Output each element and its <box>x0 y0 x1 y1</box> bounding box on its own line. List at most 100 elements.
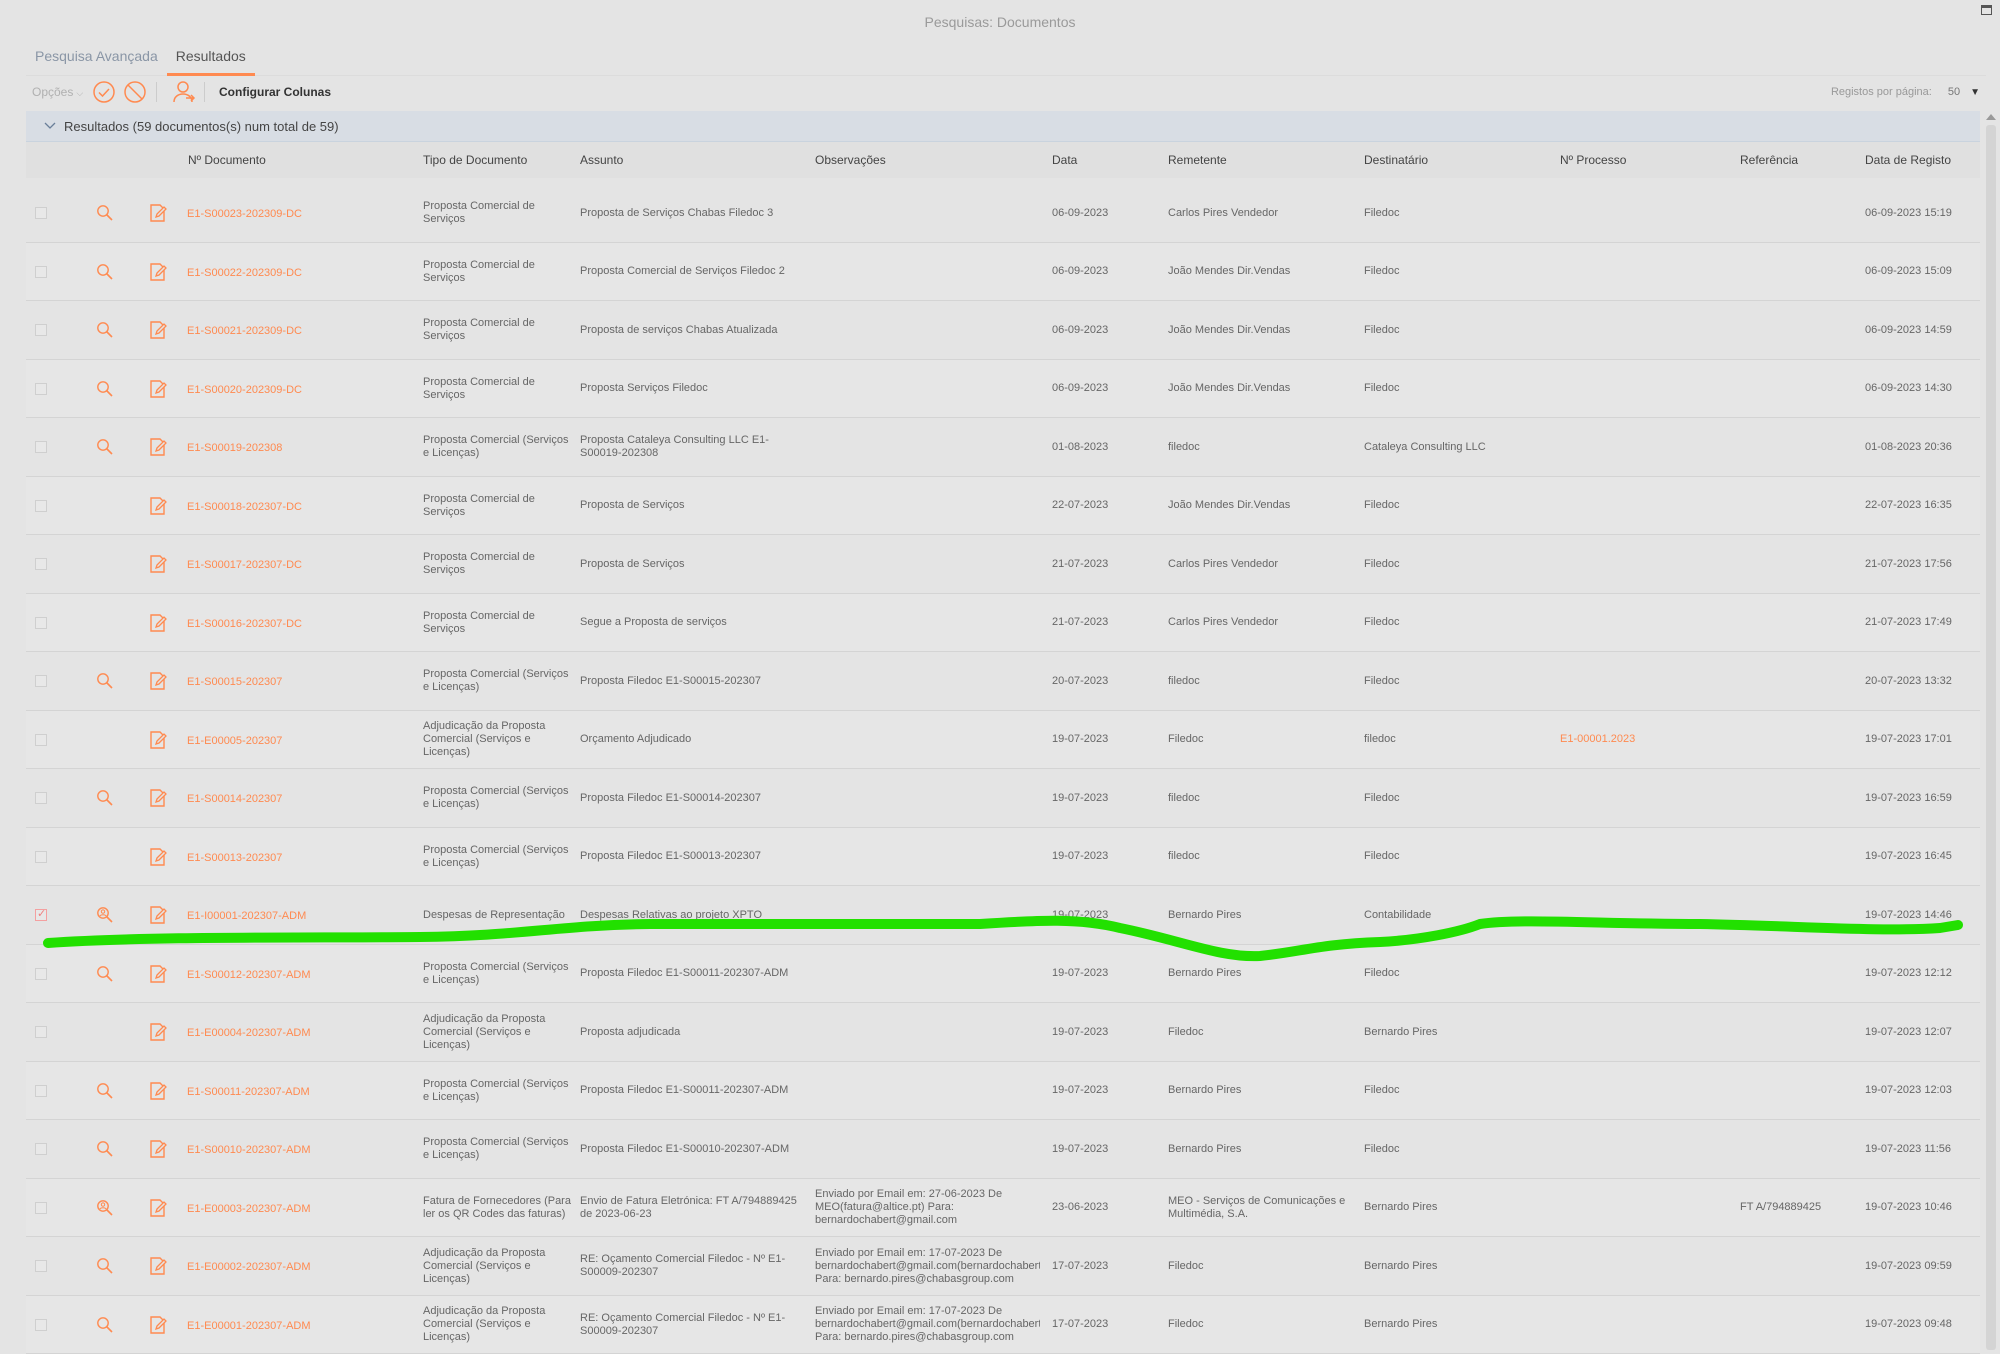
search-icon[interactable] <box>96 965 114 983</box>
document-number-link[interactable]: E1-E00002-202307-ADM <box>187 1261 311 1273</box>
edit-document-icon[interactable] <box>148 905 168 925</box>
document-number-link[interactable]: E1-S00012-202307-ADM <box>187 969 311 981</box>
assign-user-icon[interactable] <box>170 79 196 105</box>
document-number-link[interactable]: E1-I00001-202307-ADM <box>187 910 306 922</box>
table-row[interactable]: E1-S00011-202307-ADMProposta Comercial (… <box>26 1062 1980 1121</box>
column-header-reference[interactable]: Referência <box>1740 153 1798 167</box>
document-number-link[interactable]: E1-S00014-202307 <box>187 793 282 805</box>
table-row[interactable]: E1-E00005-202307Adjudicação da Proposta … <box>26 711 1980 770</box>
row-checkbox[interactable] <box>35 266 47 278</box>
search-icon[interactable] <box>96 321 114 339</box>
document-number-link[interactable]: E1-S00016-202307-DC <box>187 618 302 630</box>
row-checkbox[interactable] <box>35 324 47 336</box>
column-header-registration-date[interactable]: Data de Registo <box>1865 153 1951 167</box>
row-checkbox[interactable] <box>35 383 47 395</box>
results-group-header[interactable]: Resultados (59 documentos(s) num total d… <box>26 111 1980 142</box>
table-row[interactable]: E1-S00014-202307Proposta Comercial (Serv… <box>26 769 1980 828</box>
table-row[interactable]: E1-S00017-202307-DCProposta Comercial de… <box>26 535 1980 594</box>
table-row[interactable]: E1-S00010-202307-ADMProposta Comercial (… <box>26 1120 1980 1179</box>
search-icon[interactable] <box>96 1257 114 1275</box>
edit-document-icon[interactable] <box>148 613 168 633</box>
cell-process-link[interactable] <box>1560 1120 1730 1178</box>
edit-document-icon[interactable] <box>148 437 168 457</box>
cell-process-link[interactable] <box>1560 945 1730 1003</box>
row-checkbox[interactable] <box>35 1319 47 1331</box>
document-number-link[interactable]: E1-S00018-202307-DC <box>187 501 302 513</box>
table-row[interactable]: E1-S00012-202307-ADMProposta Comercial (… <box>26 945 1980 1004</box>
edit-document-icon[interactable] <box>148 496 168 516</box>
cell-process-link[interactable] <box>1560 301 1730 359</box>
document-number-link[interactable]: E1-S00019-202308 <box>187 442 282 454</box>
cell-process-link[interactable] <box>1560 828 1730 886</box>
cell-process-link[interactable] <box>1560 1296 1730 1354</box>
cell-process-link[interactable] <box>1560 886 1730 944</box>
document-number-link[interactable]: E1-S00021-202309-DC <box>187 325 302 337</box>
edit-document-icon[interactable] <box>148 730 168 750</box>
search-icon[interactable] <box>96 438 114 456</box>
row-checkbox[interactable] <box>35 968 47 980</box>
search-icon[interactable] <box>96 672 114 690</box>
cell-process-link[interactable]: E1-00001.2023 <box>1560 711 1730 769</box>
edit-document-icon[interactable] <box>148 788 168 808</box>
cell-process-link[interactable] <box>1560 418 1730 476</box>
cell-process-link[interactable] <box>1560 1062 1730 1120</box>
column-header-notes[interactable]: Observações <box>815 153 886 167</box>
column-header-subject[interactable]: Assunto <box>580 153 623 167</box>
cell-process-link[interactable] <box>1560 184 1730 242</box>
row-checkbox[interactable] <box>35 734 47 746</box>
cell-process-link[interactable] <box>1560 1003 1730 1061</box>
column-header-process[interactable]: Nº Processo <box>1560 153 1626 167</box>
cell-process-link[interactable] <box>1560 769 1730 827</box>
cell-process-link[interactable] <box>1560 535 1730 593</box>
search-icon[interactable] <box>96 380 114 398</box>
configure-columns-button[interactable]: Configurar Colunas <box>219 85 331 99</box>
table-row[interactable]: E1-S00023-202309-DCProposta Comercial de… <box>26 184 1980 243</box>
column-header-sender[interactable]: Remetente <box>1168 153 1227 167</box>
search-icon[interactable] <box>96 789 114 807</box>
vertical-scrollbar[interactable] <box>1982 111 2000 1353</box>
maximize-icon[interactable] <box>1981 5 1992 15</box>
row-checkbox[interactable] <box>35 909 47 921</box>
document-number-link[interactable]: E1-S00023-202309-DC <box>187 208 302 220</box>
table-row[interactable]: E1-S00016-202307-DCProposta Comercial de… <box>26 594 1980 653</box>
document-number-link[interactable]: E1-E00001-202307-ADM <box>187 1320 311 1332</box>
approve-icon[interactable] <box>91 79 117 105</box>
edit-document-icon[interactable] <box>148 847 168 867</box>
edit-document-icon[interactable] <box>148 554 168 574</box>
row-checkbox[interactable] <box>35 1026 47 1038</box>
table-row[interactable]: E1-E00003-202307-ADMFatura de Fornecedor… <box>26 1179 1980 1238</box>
search-icon[interactable] <box>96 1082 114 1100</box>
table-row[interactable]: E1-I00001-202307-ADMDespesas de Represen… <box>26 886 1980 945</box>
cell-process-link[interactable] <box>1560 1237 1730 1295</box>
cell-process-link[interactable] <box>1560 477 1730 535</box>
tab-advanced-search[interactable]: Pesquisa Avançada <box>26 40 167 76</box>
search-icon[interactable] <box>96 1316 114 1334</box>
edit-document-icon[interactable] <box>148 671 168 691</box>
per-page-select[interactable]: 50 <box>1948 86 1960 98</box>
table-row[interactable]: E1-E00004-202307-ADMAdjudicação da Propo… <box>26 1003 1980 1062</box>
row-checkbox[interactable] <box>35 617 47 629</box>
cell-process-link[interactable] <box>1560 1179 1730 1237</box>
document-number-link[interactable]: E1-S00013-202307 <box>187 852 282 864</box>
tab-results[interactable]: Resultados <box>167 40 255 76</box>
search-user-icon[interactable] <box>96 1199 114 1217</box>
table-row[interactable]: E1-S00015-202307Proposta Comercial (Serv… <box>26 652 1980 711</box>
document-number-link[interactable]: E1-E00005-202307 <box>187 735 282 747</box>
table-row[interactable]: E1-S00018-202307-DCProposta Comercial de… <box>26 477 1980 536</box>
row-checkbox[interactable] <box>35 1143 47 1155</box>
document-number-link[interactable]: E1-S00017-202307-DC <box>187 559 302 571</box>
search-icon[interactable] <box>96 1140 114 1158</box>
block-icon[interactable] <box>122 79 148 105</box>
column-header-date[interactable]: Data <box>1052 153 1077 167</box>
row-checkbox[interactable] <box>35 851 47 863</box>
edit-document-icon[interactable] <box>148 203 168 223</box>
row-checkbox[interactable] <box>35 1260 47 1272</box>
column-header-doc-type[interactable]: Tipo de Documento <box>423 153 527 167</box>
chevron-down-icon[interactable] <box>44 120 56 132</box>
column-header-recipient[interactable]: Destinatário <box>1364 153 1428 167</box>
document-number-link[interactable]: E1-S00015-202307 <box>187 676 282 688</box>
row-checkbox[interactable] <box>35 1085 47 1097</box>
column-header-doc-number[interactable]: Nº Documento <box>188 153 266 167</box>
dropdown-arrow-icon[interactable]: ▼ <box>1970 87 1980 98</box>
search-icon[interactable] <box>96 263 114 281</box>
